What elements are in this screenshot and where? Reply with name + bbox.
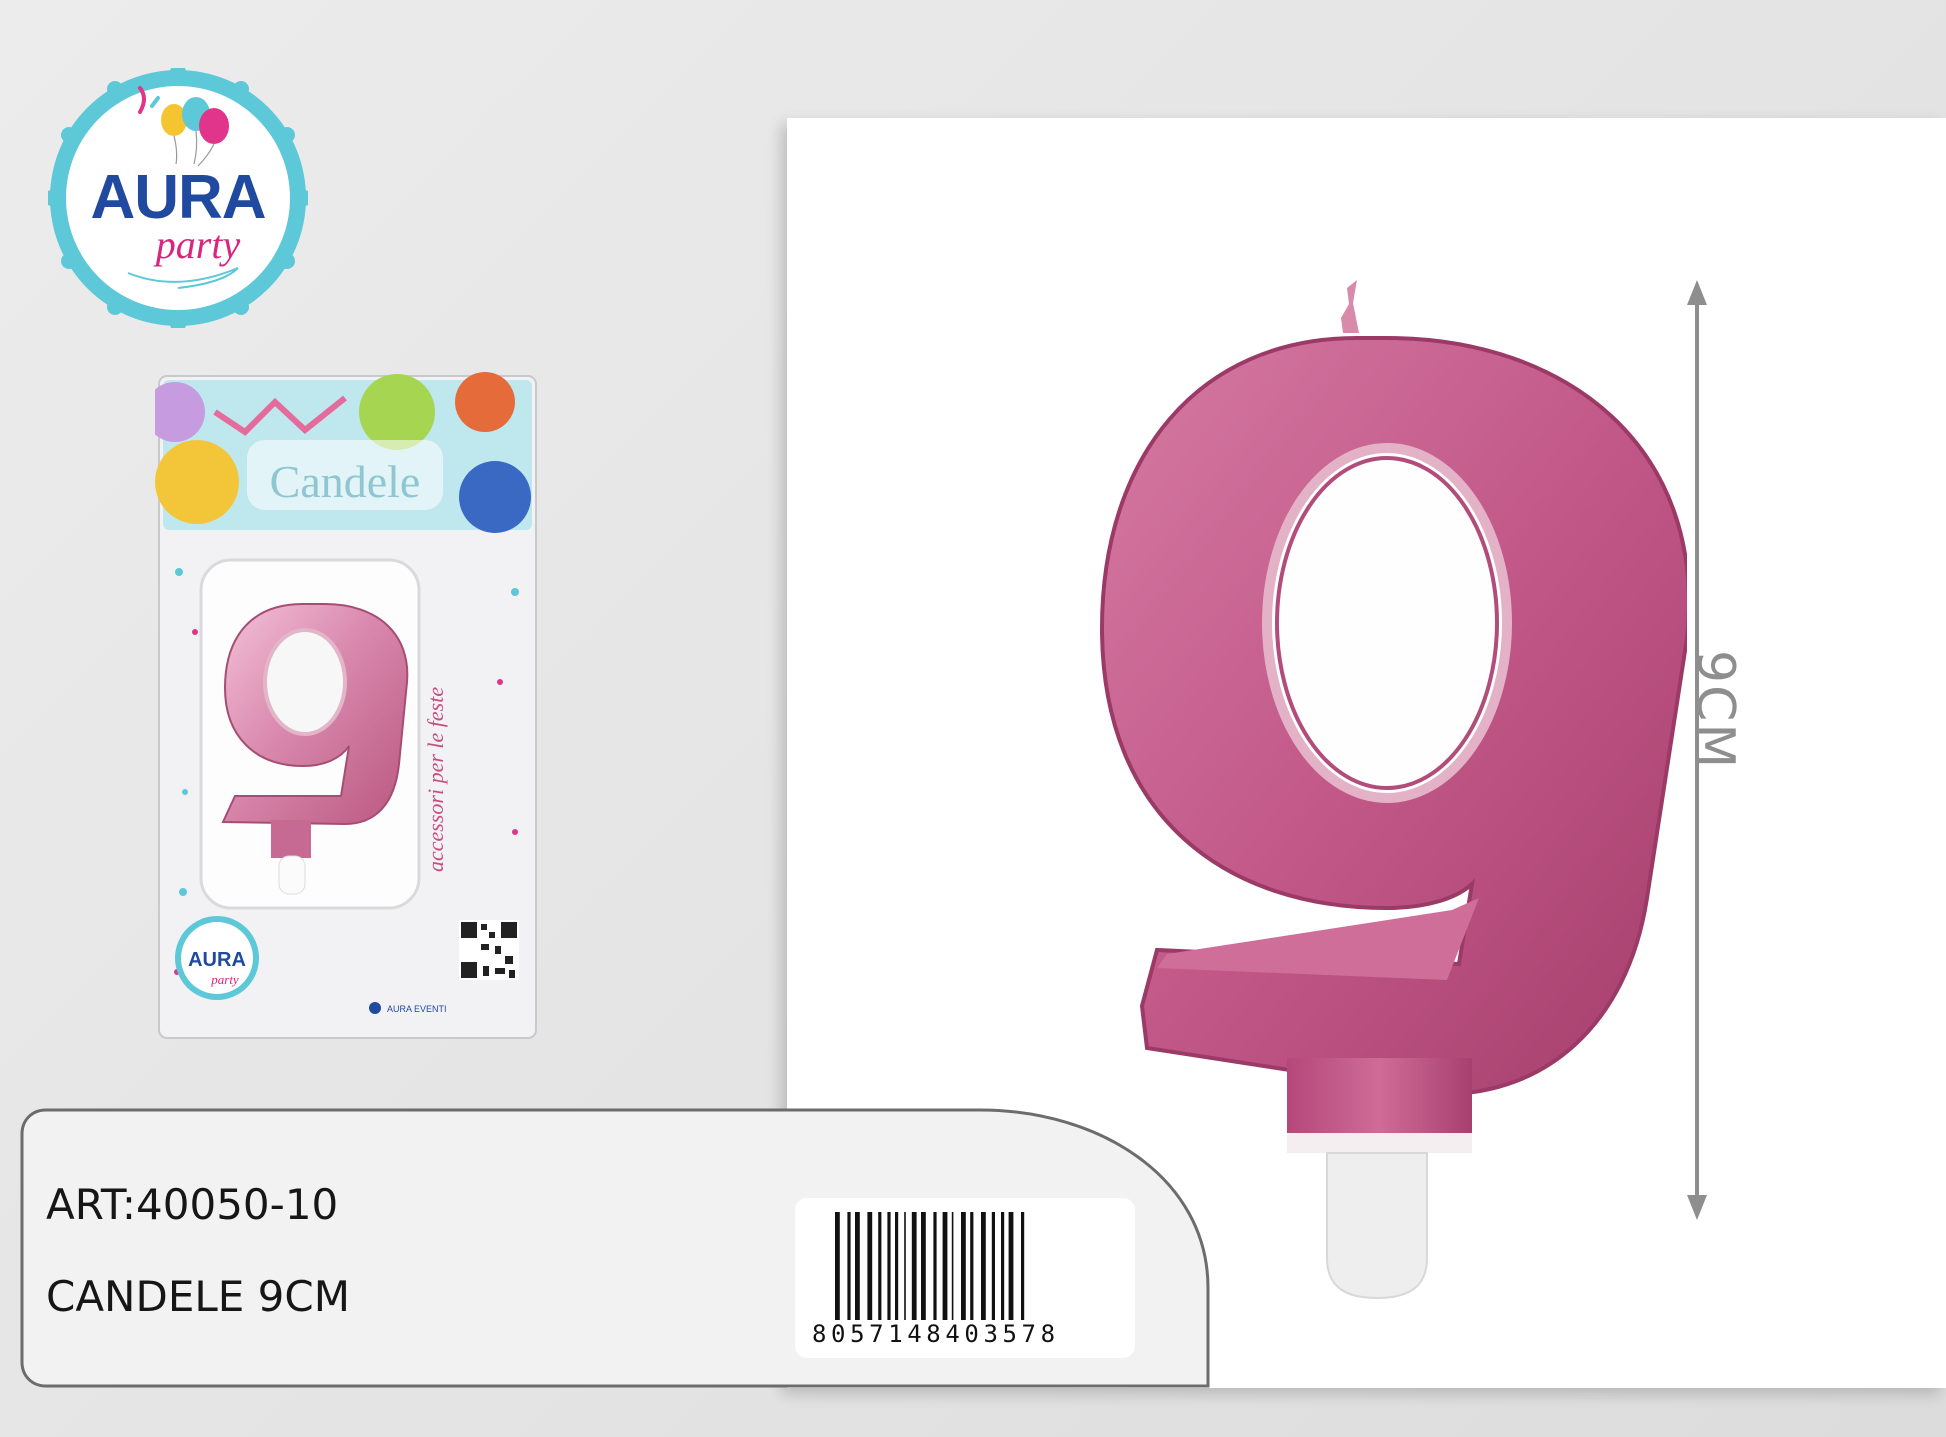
barcode-bar xyxy=(942,1212,948,1320)
barcode-bar xyxy=(933,1212,937,1320)
qr-code xyxy=(459,920,519,980)
barcode-bar xyxy=(904,1212,906,1320)
barcode-bar xyxy=(1008,1212,1014,1320)
package-photo: Candele accessori per le feste AURA part… xyxy=(155,372,537,1039)
barcode-bar xyxy=(867,1212,873,1320)
logo-tagline-text: party xyxy=(153,222,241,267)
aura-party-logo: AURA party xyxy=(48,68,308,328)
barcode-bar xyxy=(878,1212,882,1320)
barcode-number: 8057148403578 xyxy=(812,1320,1060,1348)
barcode-bar xyxy=(951,1212,954,1320)
barcode-bar xyxy=(991,1212,995,1320)
product-name: CANDELE 9CM xyxy=(46,1272,350,1321)
barcode-bar xyxy=(1021,1212,1025,1320)
package-social-text: AURA EVENTI xyxy=(387,1004,447,1014)
article-code: ART:40050-10 xyxy=(46,1180,339,1229)
barcode-bar xyxy=(895,1212,899,1320)
package-title-text: Candele xyxy=(270,456,421,507)
barcode-bar xyxy=(961,1212,966,1320)
package-brand-text: AURA xyxy=(188,949,246,971)
barcode-bar xyxy=(855,1212,860,1320)
barcode-bar xyxy=(911,1212,917,1320)
barcode-bar xyxy=(835,1212,840,1320)
barcode-bar xyxy=(1001,1212,1005,1320)
barcode-bar xyxy=(970,1212,974,1320)
barcode-bar xyxy=(847,1212,851,1320)
product-sheet: AURA party Candele accessori per le fest… xyxy=(0,0,1946,1437)
package-tagline-text: party xyxy=(210,972,239,987)
package-side-text: accessori per le feste xyxy=(423,687,448,872)
barcode-bar xyxy=(921,1212,926,1320)
barcode-bar xyxy=(887,1212,891,1320)
height-label: 9CM xyxy=(1685,650,1745,771)
barcode-bar xyxy=(981,1212,986,1320)
